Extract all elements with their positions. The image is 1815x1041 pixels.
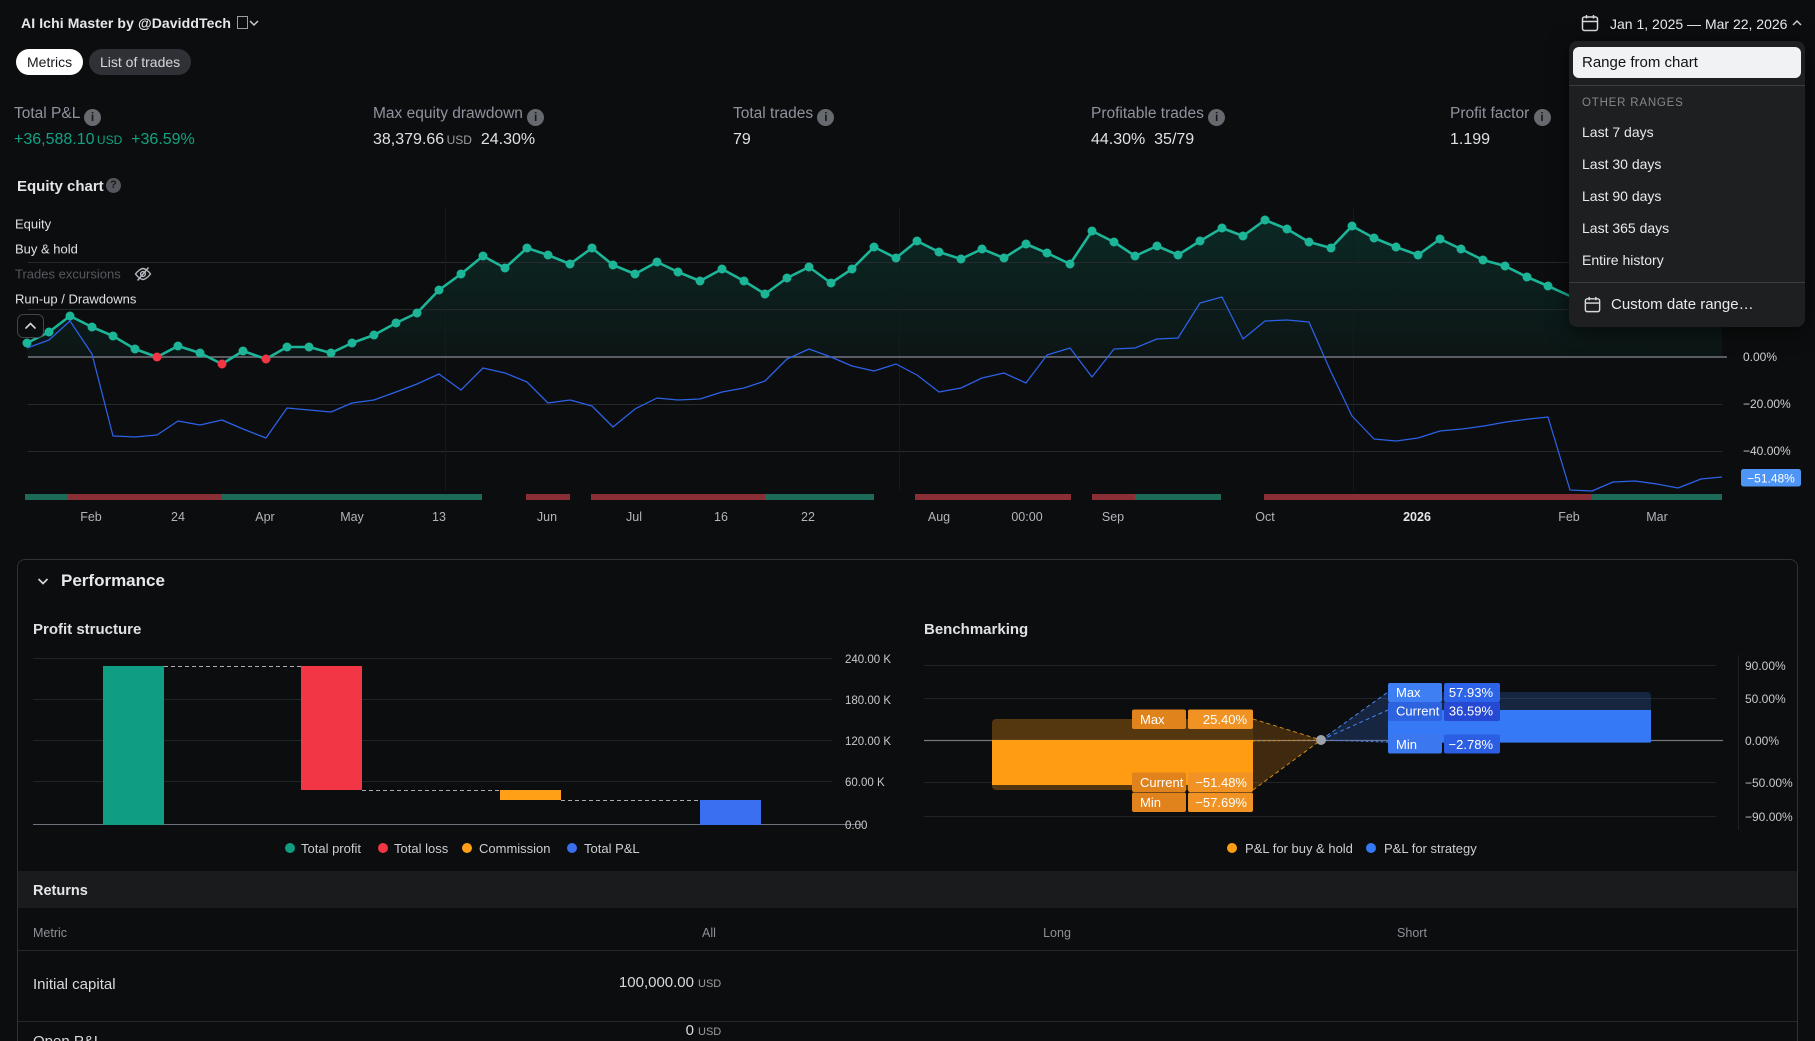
svg-text:−40.00%: −40.00% [1743, 444, 1791, 458]
svg-text:Oct: Oct [1255, 510, 1275, 524]
svg-text:May: May [340, 510, 364, 524]
svg-text:00:00: 00:00 [1011, 510, 1042, 524]
svg-text:Buy & hold: Buy & hold [15, 242, 78, 257]
svg-text:16: 16 [714, 510, 728, 524]
svg-text:−20.00%: −20.00% [1743, 397, 1791, 411]
svg-text:Jul: Jul [626, 510, 642, 524]
svg-text:−51.48%: −51.48% [1747, 472, 1795, 486]
svg-text:Trades excursions: Trades excursions [15, 267, 121, 282]
svg-text:Feb: Feb [1558, 510, 1580, 524]
svg-text:0.00%: 0.00% [1743, 350, 1777, 364]
svg-text:Apr: Apr [255, 510, 274, 524]
svg-text:Mar: Mar [1646, 510, 1668, 524]
svg-text:Jun: Jun [537, 510, 557, 524]
svg-text:Feb: Feb [80, 510, 102, 524]
svg-text:24: 24 [171, 510, 185, 524]
svg-text:22: 22 [801, 510, 815, 524]
svg-text:Aug: Aug [928, 510, 950, 524]
svg-text:13: 13 [432, 510, 446, 524]
svg-text:Sep: Sep [1102, 510, 1124, 524]
svg-text:Equity: Equity [15, 217, 52, 232]
svg-text:Run-up / Drawdowns: Run-up / Drawdowns [15, 292, 137, 307]
svg-text:2026: 2026 [1403, 510, 1431, 524]
